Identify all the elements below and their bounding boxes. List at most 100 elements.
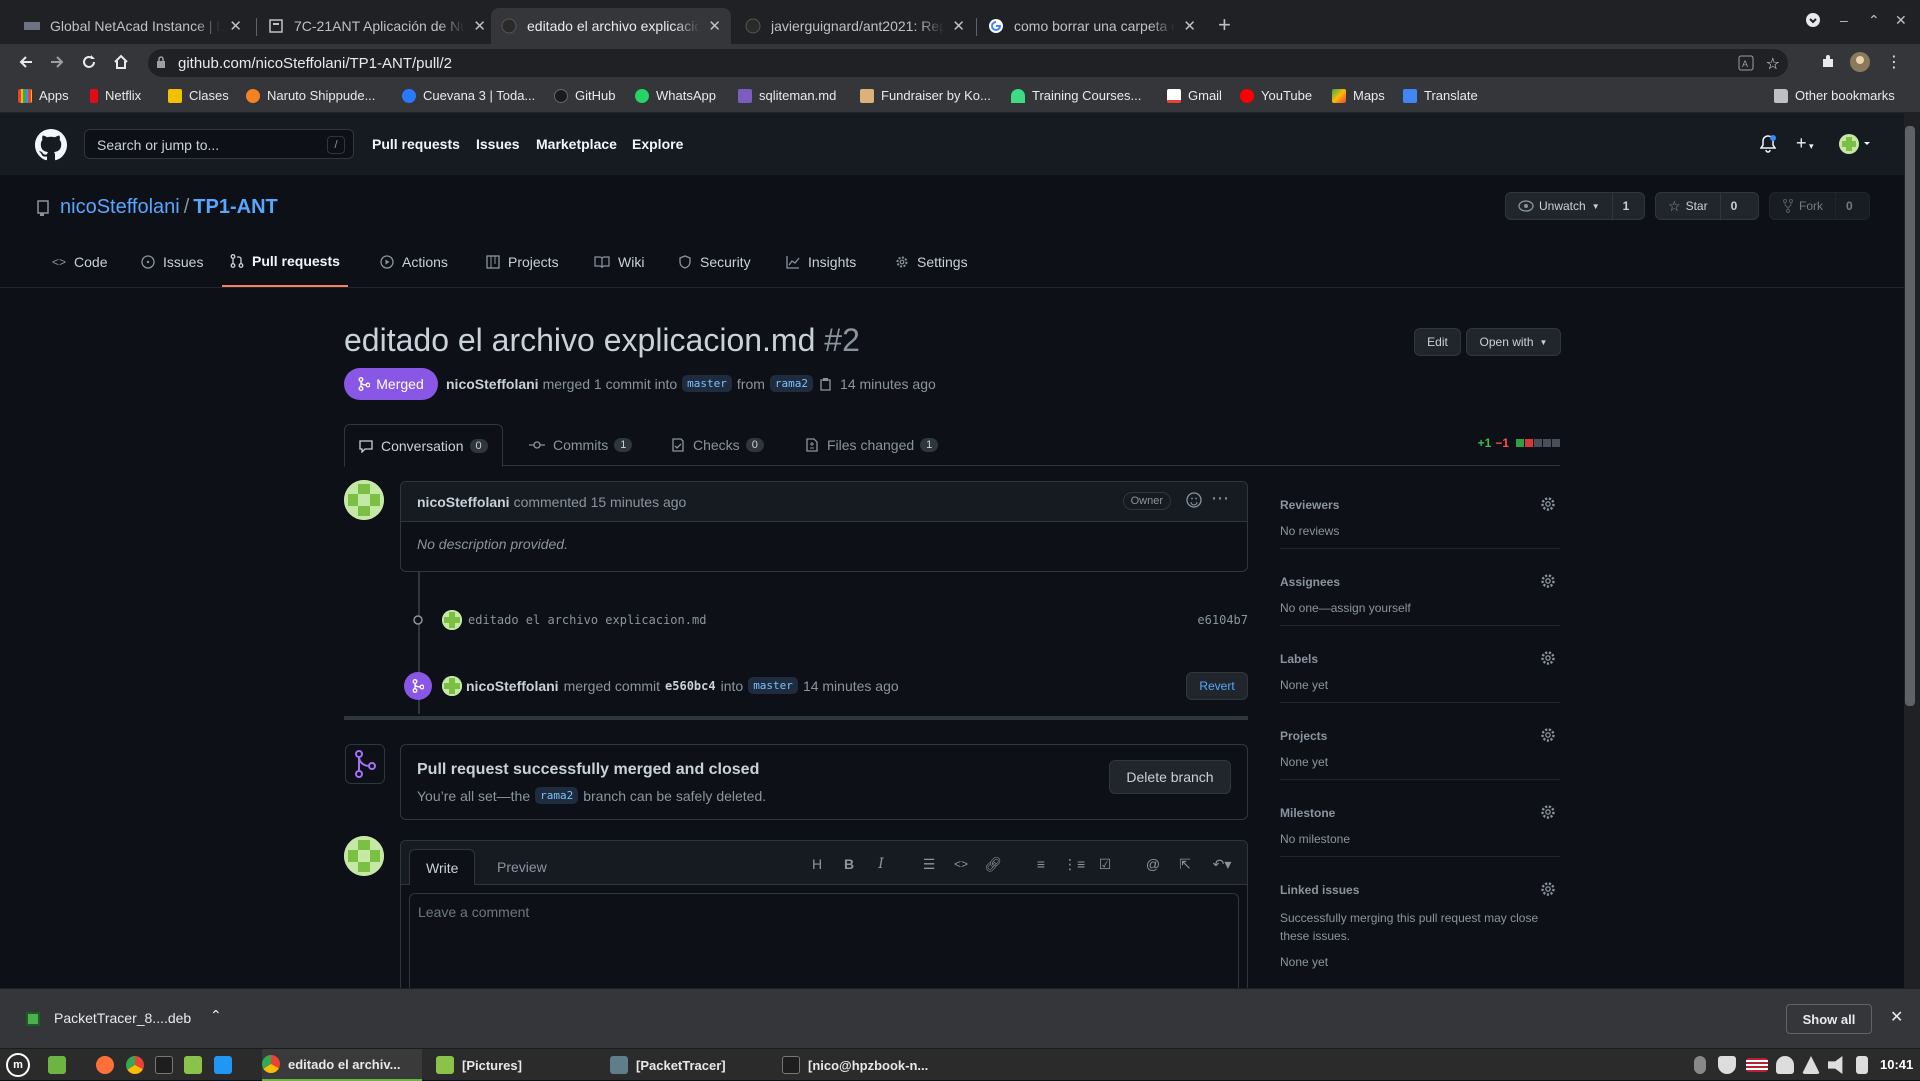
kebab-menu-icon[interactable]: ⋯: [1211, 488, 1229, 509]
tab-security[interactable]: Security: [670, 237, 759, 287]
merge-event-time[interactable]: 14 minutes ago: [803, 678, 899, 694]
bookmark-training[interactable]: Training Courses...: [1011, 88, 1141, 103]
browser-tab[interactable]: como borrar una carpeta desd ✕: [978, 8, 1206, 44]
preview-tab[interactable]: Preview: [481, 849, 563, 885]
show-all-button[interactable]: Show all: [1786, 1004, 1872, 1034]
star-count[interactable]: 0: [1721, 199, 1748, 213]
unwatch-button[interactable]: Unwatch ▼ 1: [1505, 192, 1645, 220]
write-tab[interactable]: Write: [409, 849, 476, 885]
bookmark-star-icon[interactable]: ☆: [1766, 54, 1780, 74]
link-icon[interactable]: 🔗︎: [983, 854, 1003, 874]
merge-branch[interactable]: master: [748, 677, 798, 694]
nav-issues[interactable]: Issues: [476, 136, 520, 152]
window-close-button[interactable]: ✕: [1895, 12, 1907, 29]
terminal-icon[interactable]: [155, 1056, 173, 1074]
comment-author-link[interactable]: nicoSteffolani: [417, 494, 510, 510]
tab-search-icon[interactable]: [1805, 12, 1821, 28]
close-icon[interactable]: ✕: [1890, 1007, 1903, 1027]
keyboard-layout-flag-icon[interactable]: [1746, 1058, 1768, 1072]
tab-commits[interactable]: Commits 1: [515, 424, 646, 466]
italic-icon[interactable]: I: [871, 854, 891, 874]
tab-code[interactable]: <> Code: [44, 237, 115, 287]
browser-tab[interactable]: javierguignard/ant2021: Repo ✕: [735, 8, 975, 44]
fork-count[interactable]: 0: [1836, 199, 1863, 213]
user-icon[interactable]: [1776, 1056, 1794, 1074]
chevron-up-icon[interactable]: ⌃: [210, 1007, 222, 1024]
gear-icon[interactable]: [1540, 727, 1556, 743]
browser-tab-active[interactable]: editado el archivo explicacion ✕: [491, 8, 731, 44]
current-user-avatar[interactable]: [344, 836, 384, 876]
tab-insights[interactable]: Insights: [778, 237, 864, 287]
taskbar-item-chrome[interactable]: editado el archiv...: [262, 1049, 422, 1081]
merge-sha-link[interactable]: e560bc4: [665, 679, 716, 693]
bookmark-github[interactable]: GitHub: [554, 88, 615, 103]
tab-settings[interactable]: Settings: [887, 237, 976, 287]
reload-button[interactable]: [77, 50, 101, 74]
task-list-icon[interactable]: ☑: [1095, 854, 1115, 874]
author-link[interactable]: nicoSteffolani: [446, 376, 539, 392]
numbered-list-icon[interactable]: ⋮≡: [1063, 854, 1085, 874]
edit-button[interactable]: Edit: [1414, 328, 1461, 356]
taskbar-item-terminal[interactable]: [nico@hpzbook-n...: [782, 1049, 952, 1081]
gear-icon[interactable]: [1540, 881, 1556, 897]
gear-icon[interactable]: [1540, 804, 1556, 820]
sidebar-value[interactable]: No one—assign yourself: [1280, 601, 1411, 615]
merger-avatar[interactable]: [442, 676, 462, 696]
nav-explore[interactable]: Explore: [632, 136, 683, 152]
heading-icon[interactable]: H: [807, 854, 827, 874]
search-input[interactable]: Search or jump to... /: [84, 129, 354, 159]
minimize-button[interactable]: –: [1840, 12, 1848, 28]
tab-conversation[interactable]: Conversation 0: [344, 424, 503, 467]
create-new-plus-icon[interactable]: + ▾: [1796, 133, 1814, 154]
mention-icon[interactable]: @: [1143, 854, 1163, 874]
tab-files-changed[interactable]: Files changed 1: [791, 424, 952, 466]
back-button[interactable]: [14, 50, 38, 74]
nav-pull-requests[interactable]: Pull requests: [372, 136, 460, 152]
tab-wiki[interactable]: Wiki: [586, 237, 652, 287]
bookmark-cuevana[interactable]: Cuevana 3 | Toda...: [402, 88, 535, 103]
sidebar-title[interactable]: Linked issues: [1280, 883, 1359, 897]
menu-icon[interactable]: ⋮: [1882, 50, 1906, 74]
delete-branch-button[interactable]: Delete branch: [1109, 760, 1231, 794]
copy-icon[interactable]: [820, 377, 832, 391]
text-editor-icon[interactable]: [214, 1056, 232, 1074]
gear-icon[interactable]: [1540, 496, 1556, 512]
profile-avatar[interactable]: [1848, 50, 1872, 74]
user-avatar[interactable]: [1838, 133, 1872, 155]
tab-actions[interactable]: Actions: [372, 237, 456, 287]
bookmark-maps[interactable]: Maps: [1332, 88, 1385, 103]
show-desktop-icon[interactable]: [48, 1056, 66, 1074]
close-icon[interactable]: ✕: [229, 17, 242, 35]
chrome-icon[interactable]: [126, 1056, 144, 1074]
bookmark-fundraiser[interactable]: Fundraiser by Ko...: [860, 88, 991, 103]
browser-tab[interactable]: Global NetAcad Instance | De ✕: [14, 8, 252, 44]
revert-button[interactable]: Revert: [1186, 672, 1248, 700]
merger-link[interactable]: nicoSteffolani: [466, 678, 559, 694]
battery-icon[interactable]: [1856, 1056, 1868, 1074]
tab-projects[interactable]: Projects: [478, 237, 567, 287]
star-button[interactable]: ☆ Star 0: [1655, 192, 1759, 220]
fork-button[interactable]: Fork 0: [1769, 192, 1870, 220]
tab-issues[interactable]: Issues: [133, 237, 211, 287]
bluetooth-icon[interactable]: [1694, 1056, 1706, 1074]
network-icon[interactable]: [1802, 1056, 1820, 1074]
bold-icon[interactable]: B: [839, 854, 859, 874]
bookmark-apps[interactable]: Apps: [18, 88, 69, 103]
clock[interactable]: 10:41: [1880, 1057, 1913, 1072]
watch-count[interactable]: 1: [1613, 199, 1640, 213]
new-tab-button[interactable]: +: [1218, 12, 1231, 38]
address-bar[interactable]: github.com/nicoSteffolani/TP1-ANT/pull/2…: [148, 49, 1788, 77]
commit-message-link[interactable]: editado el archivo explicacion.md: [468, 613, 706, 627]
bookmark-clases[interactable]: Clases: [168, 88, 229, 103]
bookmark-translate[interactable]: Translate: [1403, 88, 1478, 103]
close-icon[interactable]: ✕: [708, 17, 721, 35]
taskbar-item-pictures[interactable]: [Pictures]: [436, 1049, 596, 1081]
close-icon[interactable]: ✕: [473, 17, 486, 35]
author-avatar[interactable]: [344, 480, 384, 520]
sidebar-title[interactable]: Projects: [1280, 729, 1327, 743]
volume-icon[interactable]: [1828, 1056, 1843, 1074]
quote-icon[interactable]: ☰: [919, 854, 939, 874]
github-logo-icon[interactable]: [35, 129, 67, 161]
repo-owner-link[interactable]: nicoSteffolani: [60, 196, 180, 219]
sidebar-title[interactable]: Assignees: [1280, 575, 1340, 589]
